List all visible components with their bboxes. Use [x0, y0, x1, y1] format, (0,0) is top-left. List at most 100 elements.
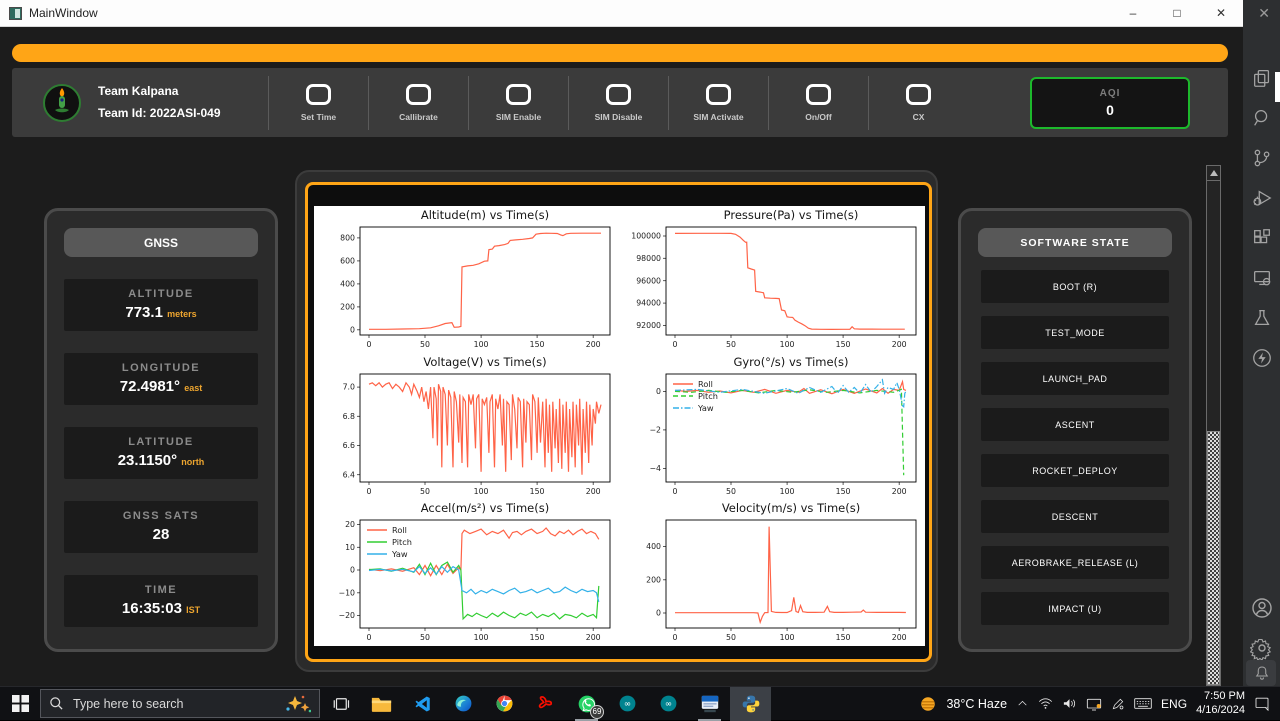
- svg-text:Yaw: Yaw: [391, 549, 408, 559]
- test-beaker-icon[interactable]: [1243, 301, 1280, 335]
- extensions-icon[interactable]: [1243, 221, 1280, 255]
- svg-text:100: 100: [474, 633, 489, 642]
- hidden-icons-chevron[interactable]: [1016, 697, 1029, 710]
- display-badge-icon[interactable]: [1086, 697, 1102, 711]
- minimize-button[interactable]: –: [1111, 0, 1155, 26]
- vertical-scrollbar[interactable]: [1206, 165, 1221, 686]
- thunder-icon[interactable]: [1243, 341, 1280, 375]
- svg-text:200: 200: [891, 487, 906, 496]
- svg-text:200: 200: [586, 633, 601, 642]
- whatsapp-badge: 69: [590, 705, 604, 719]
- files-icon[interactable]: [1243, 61, 1280, 95]
- state-descent[interactable]: DESCENT: [981, 500, 1169, 533]
- teal-app-icon-2[interactable]: ∞: [648, 687, 689, 721]
- task-view-button[interactable]: [320, 687, 361, 721]
- gnss-panel-title: GNSS: [64, 228, 258, 257]
- state-ascent[interactable]: ASCENT: [981, 408, 1169, 441]
- remote-explorer-icon[interactable]: [1243, 261, 1280, 295]
- chrome-icon[interactable]: [484, 687, 525, 721]
- set-time-button[interactable]: Set Time: [268, 76, 368, 130]
- sim-disable-icon: [606, 84, 631, 105]
- file-explorer-icon[interactable]: [361, 687, 402, 721]
- state-boot[interactable]: BOOT (R): [981, 270, 1169, 303]
- chart-orange-frame: Altitude(m) vs Time(s)050100150200020040…: [305, 182, 932, 662]
- team-block: Team Kalpana Team Id: 2022ASI-049: [12, 81, 268, 124]
- altitude-card: ALTITUDE 773.1 meters: [64, 279, 258, 331]
- python-app-icon-active[interactable]: [730, 687, 771, 721]
- weather-icon[interactable]: [919, 695, 937, 713]
- wifi-icon[interactable]: [1038, 697, 1053, 710]
- svg-text:400: 400: [646, 543, 661, 552]
- sim-enable-icon: [506, 84, 531, 105]
- latitude-value: 23.1150°: [118, 452, 177, 469]
- matplotlib-figure: Altitude(m) vs Time(s)050100150200020040…: [314, 206, 925, 646]
- touch-keyboard-icon[interactable]: [1134, 697, 1152, 710]
- search-icon[interactable]: [1243, 101, 1280, 135]
- svg-text:50: 50: [420, 340, 430, 349]
- close-button[interactable]: ✕: [1199, 0, 1243, 26]
- window-titlebar: MainWindow – □ ✕: [0, 0, 1243, 27]
- scrollbar-thumb[interactable]: [1207, 431, 1220, 685]
- svg-text:6.8: 6.8: [343, 412, 355, 421]
- altitude-unit: meters: [167, 309, 197, 319]
- whatsapp-icon[interactable]: 69: [566, 687, 607, 721]
- on-off-icon: [806, 84, 831, 105]
- taskbar-search-box[interactable]: Type here to search: [40, 689, 320, 718]
- account-icon[interactable]: [1243, 591, 1280, 625]
- vscode-close-icon[interactable]: ✕: [1258, 5, 1270, 22]
- on-off-button[interactable]: On/Off: [768, 76, 868, 130]
- vscode-taskbar-icon[interactable]: [402, 687, 443, 721]
- sim-disable-button[interactable]: SIM Disable: [568, 76, 668, 130]
- cx-button[interactable]: CX: [868, 76, 968, 130]
- search-icon: [49, 696, 64, 711]
- pen-icon[interactable]: [1111, 697, 1125, 711]
- windows-taskbar: Type here to search 69 ∞ ∞: [0, 686, 1280, 720]
- longitude-card: LONGITUDE 72.4981° east: [64, 353, 258, 405]
- notification-icon[interactable]: [1254, 696, 1270, 711]
- clock[interactable]: 7:50 PM 4/16/2024: [1196, 690, 1245, 718]
- svg-text:Pitch: Pitch: [698, 391, 718, 401]
- svg-text:150: 150: [835, 633, 850, 642]
- svg-text:∞: ∞: [665, 700, 672, 710]
- svg-text:−4: −4: [649, 464, 661, 473]
- run-debug-icon[interactable]: [1243, 181, 1280, 215]
- svg-text:Pressure(Pa) vs Time(s): Pressure(Pa) vs Time(s): [723, 208, 858, 222]
- team-id: Team Id: 2022ASI-049: [98, 103, 221, 125]
- team-name: Team Kalpana: [98, 81, 221, 103]
- state-test-mode[interactable]: TEST_MODE: [981, 316, 1169, 349]
- publisher-app-icon[interactable]: [689, 687, 730, 721]
- calibrate-button[interactable]: Callibrate: [368, 76, 468, 130]
- gyro-chart: Gyro(°/s) vs Time(s)0501001502000−2−4Rol…: [620, 353, 925, 499]
- acrobat-icon[interactable]: [525, 687, 566, 721]
- language-indicator[interactable]: ENG: [1161, 697, 1187, 711]
- volume-icon[interactable]: [1062, 697, 1077, 710]
- state-rocket-deploy[interactable]: ROCKET_DEPLOY: [981, 454, 1169, 487]
- teal-app-icon-1[interactable]: ∞: [607, 687, 648, 721]
- sim-activate-button[interactable]: SIM Activate: [668, 76, 768, 130]
- svg-text:150: 150: [530, 487, 545, 496]
- bell-container: [1243, 656, 1280, 690]
- state-impact[interactable]: IMPACT (U): [981, 592, 1169, 625]
- svg-text:0: 0: [367, 633, 372, 642]
- state-aerobrake-release[interactable]: AEROBRAKE_RELEASE (L): [981, 546, 1169, 579]
- calibrate-icon: [406, 84, 431, 105]
- start-button[interactable]: [0, 687, 40, 721]
- scrollbar-up-arrow[interactable]: [1207, 166, 1220, 181]
- svg-text:150: 150: [530, 340, 545, 349]
- cx-icon: [906, 84, 931, 105]
- gnss-sats-card: GNSS SATS 28: [64, 501, 258, 553]
- latitude-card: LATITUDE 23.1150° north: [64, 427, 258, 479]
- bell-icon[interactable]: [1253, 664, 1271, 682]
- svg-text:200: 200: [586, 487, 601, 496]
- svg-text:7.0: 7.0: [343, 382, 355, 391]
- aqi-label: AQI: [1100, 88, 1121, 99]
- source-control-icon[interactable]: [1243, 141, 1280, 175]
- pressure-chart: Pressure(Pa) vs Time(s)05010015020092000…: [620, 206, 925, 352]
- telemetry-chart-panel: Altitude(m) vs Time(s)050100150200020040…: [295, 170, 938, 672]
- tray-time: 7:50 PM: [1196, 690, 1245, 704]
- edge-icon[interactable]: [443, 687, 484, 721]
- maximize-button[interactable]: □: [1155, 0, 1199, 26]
- sim-enable-button[interactable]: SIM Enable: [468, 76, 568, 130]
- weather-temp-condition[interactable]: 38°C Haze: [946, 697, 1007, 711]
- state-launch-pad[interactable]: LAUNCH_PAD: [981, 362, 1169, 395]
